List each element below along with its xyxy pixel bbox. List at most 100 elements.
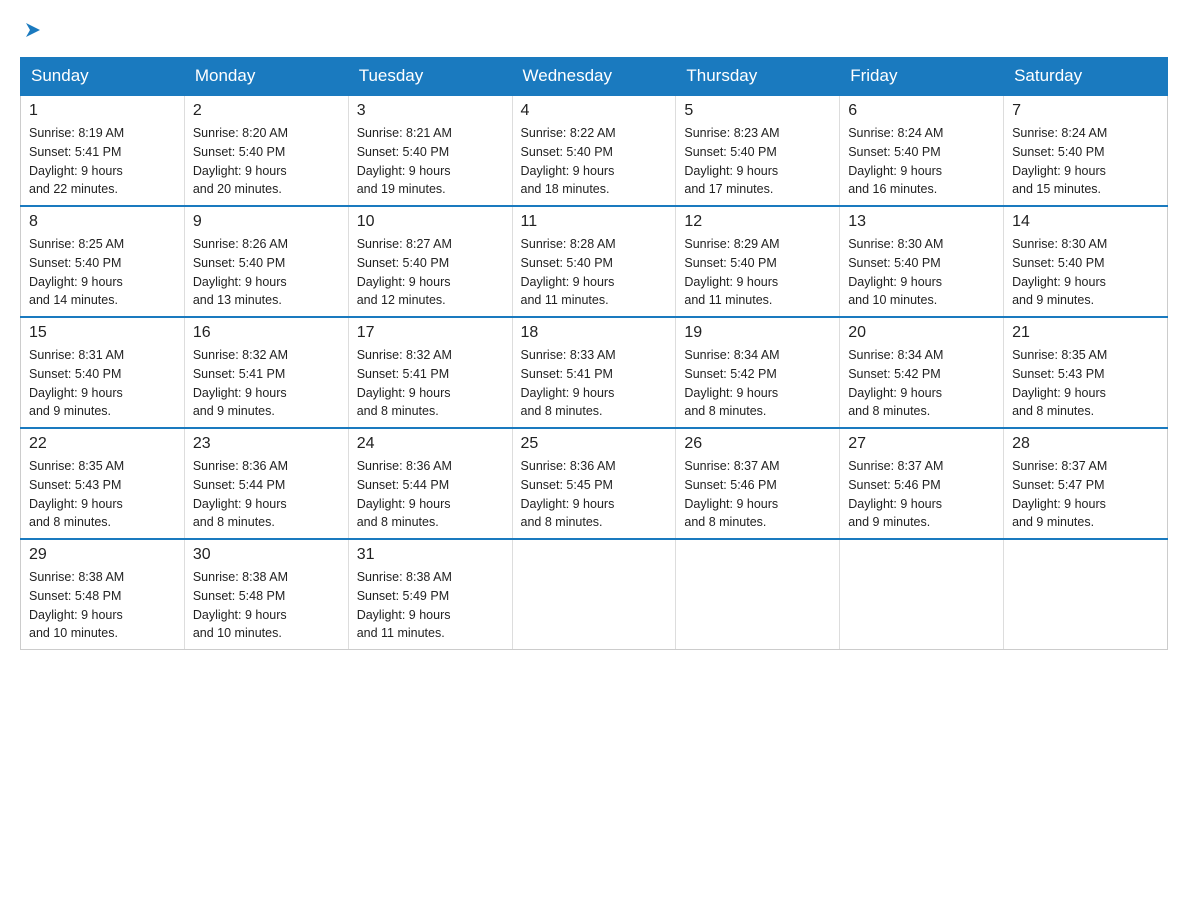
- calendar-week-row: 15 Sunrise: 8:31 AM Sunset: 5:40 PM Dayl…: [21, 317, 1168, 428]
- day-number: 5: [684, 102, 831, 120]
- day-number: 25: [521, 435, 668, 453]
- calendar-day-cell: [840, 539, 1004, 650]
- calendar-day-cell: 14 Sunrise: 8:30 AM Sunset: 5:40 PM Dayl…: [1004, 206, 1168, 317]
- calendar-day-cell: 30 Sunrise: 8:38 AM Sunset: 5:48 PM Dayl…: [184, 539, 348, 650]
- calendar-week-row: 22 Sunrise: 8:35 AM Sunset: 5:43 PM Dayl…: [21, 428, 1168, 539]
- day-number: 3: [357, 102, 504, 120]
- calendar-header-row: SundayMondayTuesdayWednesdayThursdayFrid…: [21, 58, 1168, 96]
- day-of-week-header: Tuesday: [348, 58, 512, 96]
- day-info: Sunrise: 8:25 AM Sunset: 5:40 PM Dayligh…: [29, 235, 176, 310]
- calendar-week-row: 8 Sunrise: 8:25 AM Sunset: 5:40 PM Dayli…: [21, 206, 1168, 317]
- day-info: Sunrise: 8:32 AM Sunset: 5:41 PM Dayligh…: [357, 346, 504, 421]
- day-number: 12: [684, 213, 831, 231]
- page-header: [20, 20, 1168, 47]
- calendar-day-cell: 9 Sunrise: 8:26 AM Sunset: 5:40 PM Dayli…: [184, 206, 348, 317]
- calendar-day-cell: 17 Sunrise: 8:32 AM Sunset: 5:41 PM Dayl…: [348, 317, 512, 428]
- day-info: Sunrise: 8:31 AM Sunset: 5:40 PM Dayligh…: [29, 346, 176, 421]
- day-info: Sunrise: 8:19 AM Sunset: 5:41 PM Dayligh…: [29, 124, 176, 199]
- day-number: 16: [193, 324, 340, 342]
- day-info: Sunrise: 8:26 AM Sunset: 5:40 PM Dayligh…: [193, 235, 340, 310]
- calendar-day-cell: 3 Sunrise: 8:21 AM Sunset: 5:40 PM Dayli…: [348, 95, 512, 206]
- day-number: 27: [848, 435, 995, 453]
- day-number: 10: [357, 213, 504, 231]
- calendar-day-cell: 15 Sunrise: 8:31 AM Sunset: 5:40 PM Dayl…: [21, 317, 185, 428]
- day-info: Sunrise: 8:37 AM Sunset: 5:46 PM Dayligh…: [848, 457, 995, 532]
- day-info: Sunrise: 8:38 AM Sunset: 5:48 PM Dayligh…: [193, 568, 340, 643]
- day-info: Sunrise: 8:35 AM Sunset: 5:43 PM Dayligh…: [1012, 346, 1159, 421]
- day-info: Sunrise: 8:30 AM Sunset: 5:40 PM Dayligh…: [1012, 235, 1159, 310]
- calendar-day-cell: 22 Sunrise: 8:35 AM Sunset: 5:43 PM Dayl…: [21, 428, 185, 539]
- calendar-week-row: 29 Sunrise: 8:38 AM Sunset: 5:48 PM Dayl…: [21, 539, 1168, 650]
- calendar-day-cell: 20 Sunrise: 8:34 AM Sunset: 5:42 PM Dayl…: [840, 317, 1004, 428]
- calendar-day-cell: 8 Sunrise: 8:25 AM Sunset: 5:40 PM Dayli…: [21, 206, 185, 317]
- day-number: 19: [684, 324, 831, 342]
- day-number: 6: [848, 102, 995, 120]
- day-number: 4: [521, 102, 668, 120]
- calendar-week-row: 1 Sunrise: 8:19 AM Sunset: 5:41 PM Dayli…: [21, 95, 1168, 206]
- day-info: Sunrise: 8:24 AM Sunset: 5:40 PM Dayligh…: [1012, 124, 1159, 199]
- day-info: Sunrise: 8:38 AM Sunset: 5:49 PM Dayligh…: [357, 568, 504, 643]
- day-info: Sunrise: 8:24 AM Sunset: 5:40 PM Dayligh…: [848, 124, 995, 199]
- day-number: 8: [29, 213, 176, 231]
- day-number: 21: [1012, 324, 1159, 342]
- calendar-day-cell: 23 Sunrise: 8:36 AM Sunset: 5:44 PM Dayl…: [184, 428, 348, 539]
- day-info: Sunrise: 8:36 AM Sunset: 5:45 PM Dayligh…: [521, 457, 668, 532]
- calendar-day-cell: 26 Sunrise: 8:37 AM Sunset: 5:46 PM Dayl…: [676, 428, 840, 539]
- calendar-day-cell: [1004, 539, 1168, 650]
- day-info: Sunrise: 8:36 AM Sunset: 5:44 PM Dayligh…: [193, 457, 340, 532]
- day-number: 1: [29, 102, 176, 120]
- logo: [20, 20, 42, 47]
- day-info: Sunrise: 8:38 AM Sunset: 5:48 PM Dayligh…: [29, 568, 176, 643]
- calendar-day-cell: 21 Sunrise: 8:35 AM Sunset: 5:43 PM Dayl…: [1004, 317, 1168, 428]
- calendar-day-cell: 24 Sunrise: 8:36 AM Sunset: 5:44 PM Dayl…: [348, 428, 512, 539]
- calendar-day-cell: 28 Sunrise: 8:37 AM Sunset: 5:47 PM Dayl…: [1004, 428, 1168, 539]
- calendar-day-cell: [512, 539, 676, 650]
- calendar-day-cell: [676, 539, 840, 650]
- calendar-day-cell: 19 Sunrise: 8:34 AM Sunset: 5:42 PM Dayl…: [676, 317, 840, 428]
- day-of-week-header: Wednesday: [512, 58, 676, 96]
- day-info: Sunrise: 8:27 AM Sunset: 5:40 PM Dayligh…: [357, 235, 504, 310]
- day-info: Sunrise: 8:34 AM Sunset: 5:42 PM Dayligh…: [848, 346, 995, 421]
- calendar-day-cell: 31 Sunrise: 8:38 AM Sunset: 5:49 PM Dayl…: [348, 539, 512, 650]
- day-info: Sunrise: 8:35 AM Sunset: 5:43 PM Dayligh…: [29, 457, 176, 532]
- calendar-day-cell: 12 Sunrise: 8:29 AM Sunset: 5:40 PM Dayl…: [676, 206, 840, 317]
- day-number: 13: [848, 213, 995, 231]
- calendar-day-cell: 7 Sunrise: 8:24 AM Sunset: 5:40 PM Dayli…: [1004, 95, 1168, 206]
- day-info: Sunrise: 8:20 AM Sunset: 5:40 PM Dayligh…: [193, 124, 340, 199]
- day-info: Sunrise: 8:37 AM Sunset: 5:47 PM Dayligh…: [1012, 457, 1159, 532]
- day-number: 9: [193, 213, 340, 231]
- day-info: Sunrise: 8:28 AM Sunset: 5:40 PM Dayligh…: [521, 235, 668, 310]
- calendar-day-cell: 27 Sunrise: 8:37 AM Sunset: 5:46 PM Dayl…: [840, 428, 1004, 539]
- day-info: Sunrise: 8:32 AM Sunset: 5:41 PM Dayligh…: [193, 346, 340, 421]
- calendar-day-cell: 25 Sunrise: 8:36 AM Sunset: 5:45 PM Dayl…: [512, 428, 676, 539]
- day-of-week-header: Saturday: [1004, 58, 1168, 96]
- calendar-day-cell: 2 Sunrise: 8:20 AM Sunset: 5:40 PM Dayli…: [184, 95, 348, 206]
- day-number: 31: [357, 546, 504, 564]
- day-number: 20: [848, 324, 995, 342]
- day-number: 29: [29, 546, 176, 564]
- day-number: 15: [29, 324, 176, 342]
- day-number: 7: [1012, 102, 1159, 120]
- day-of-week-header: Monday: [184, 58, 348, 96]
- day-number: 18: [521, 324, 668, 342]
- calendar-day-cell: 13 Sunrise: 8:30 AM Sunset: 5:40 PM Dayl…: [840, 206, 1004, 317]
- calendar-day-cell: 4 Sunrise: 8:22 AM Sunset: 5:40 PM Dayli…: [512, 95, 676, 206]
- day-number: 23: [193, 435, 340, 453]
- calendar-day-cell: 11 Sunrise: 8:28 AM Sunset: 5:40 PM Dayl…: [512, 206, 676, 317]
- day-number: 24: [357, 435, 504, 453]
- day-info: Sunrise: 8:21 AM Sunset: 5:40 PM Dayligh…: [357, 124, 504, 199]
- day-info: Sunrise: 8:36 AM Sunset: 5:44 PM Dayligh…: [357, 457, 504, 532]
- day-number: 2: [193, 102, 340, 120]
- day-info: Sunrise: 8:29 AM Sunset: 5:40 PM Dayligh…: [684, 235, 831, 310]
- day-of-week-header: Friday: [840, 58, 1004, 96]
- day-of-week-header: Thursday: [676, 58, 840, 96]
- day-number: 22: [29, 435, 176, 453]
- logo-arrow-icon: [22, 20, 42, 45]
- day-info: Sunrise: 8:23 AM Sunset: 5:40 PM Dayligh…: [684, 124, 831, 199]
- calendar-day-cell: 6 Sunrise: 8:24 AM Sunset: 5:40 PM Dayli…: [840, 95, 1004, 206]
- day-info: Sunrise: 8:33 AM Sunset: 5:41 PM Dayligh…: [521, 346, 668, 421]
- day-of-week-header: Sunday: [21, 58, 185, 96]
- day-info: Sunrise: 8:30 AM Sunset: 5:40 PM Dayligh…: [848, 235, 995, 310]
- day-info: Sunrise: 8:22 AM Sunset: 5:40 PM Dayligh…: [521, 124, 668, 199]
- day-number: 17: [357, 324, 504, 342]
